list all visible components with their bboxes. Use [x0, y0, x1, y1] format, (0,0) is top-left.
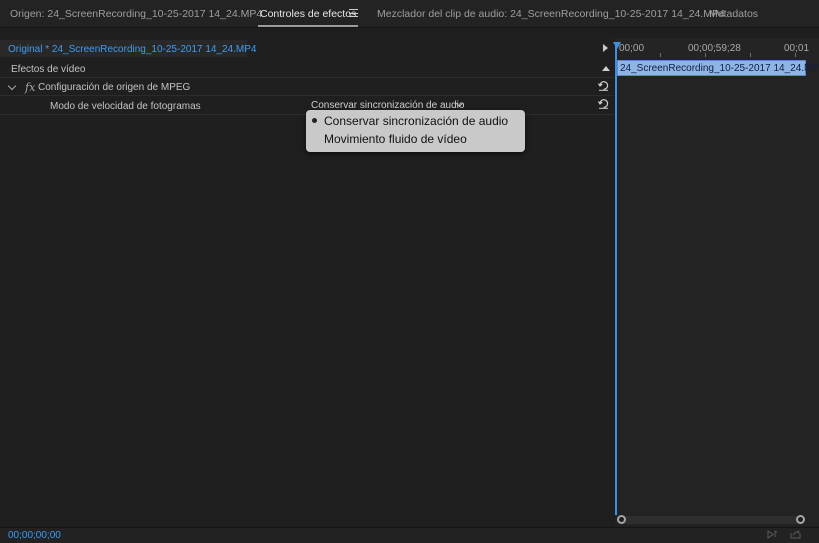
timeline-clip-label: 24_ScreenRecording_10-25-2017 14_24.MP4: [620, 63, 819, 74]
scrollbar-right-handle[interactable]: [796, 515, 805, 524]
current-timecode[interactable]: 00;00;00;00: [8, 530, 61, 541]
scrollbar-left-handle[interactable]: [617, 515, 626, 524]
panel-tab-bar: Origen: 24_ScreenRecording_10-25-2017 14…: [0, 0, 819, 28]
timeline-panel: [615, 38, 819, 526]
ruler-time-end: 00;01: [784, 43, 810, 54]
tab-effect-controls[interactable]: Controles de efectos: [260, 8, 356, 20]
active-tab-indicator: [258, 25, 358, 27]
ruler-tick: [750, 53, 751, 57]
video-effects-row: Efectos de vídeo: [0, 60, 614, 78]
playhead-handle[interactable]: [613, 42, 621, 49]
tab-source[interactable]: Origen: 24_ScreenRecording_10-25-2017 14…: [10, 8, 262, 20]
ruler-tick: [705, 53, 706, 57]
selected-bullet-icon: [312, 118, 317, 123]
ruler-time-mid: 00;00;59;28: [688, 43, 741, 54]
tab-metadata[interactable]: Metadatos: [709, 8, 758, 20]
effect-row: Configuración de origen de MPEG: [0, 78, 614, 96]
timeline-clip[interactable]: 24_ScreenRecording_10-25-2017 14_24.MP4: [617, 60, 819, 76]
play-audio-icon[interactable]: [767, 530, 778, 539]
effect-name: Configuración de origen de MPEG: [38, 82, 191, 93]
play-triangle-icon[interactable]: [603, 44, 608, 52]
ruler-tick: [660, 53, 661, 57]
ruler-time-start: 00;00: [619, 43, 645, 54]
tab-audio-clip-mixer[interactable]: Mezclador del clip de audio: 24_ScreenRe…: [377, 8, 725, 20]
reset-effect-icon[interactable]: [598, 80, 609, 91]
playhead-line[interactable]: [615, 46, 617, 515]
menu-item-preserve-audio-sync[interactable]: Conservar sincronización de audio: [324, 114, 508, 128]
property-label: Modo de velocidad de fotogramas: [50, 101, 201, 112]
fx-icon[interactable]: fx: [25, 81, 35, 94]
dropdown-menu: Conservar sincronización de audio Movimi…: [306, 110, 525, 152]
bottom-bar: [0, 527, 819, 543]
panel-menu-icon[interactable]: [349, 9, 358, 17]
section-title: Efectos de vídeo: [11, 64, 86, 75]
clip-header-label[interactable]: Original * 24_ScreenRecording_10-25-2017…: [8, 44, 257, 55]
ruler-tick: [795, 53, 796, 57]
reset-property-icon[interactable]: [598, 98, 609, 109]
timeline-zoom-scrollbar[interactable]: [617, 516, 803, 524]
export-icon[interactable]: [790, 530, 801, 539]
collapse-caret-icon[interactable]: [602, 66, 610, 71]
menu-item-smooth-video-motion[interactable]: Movimiento fluido de vídeo: [324, 132, 467, 146]
